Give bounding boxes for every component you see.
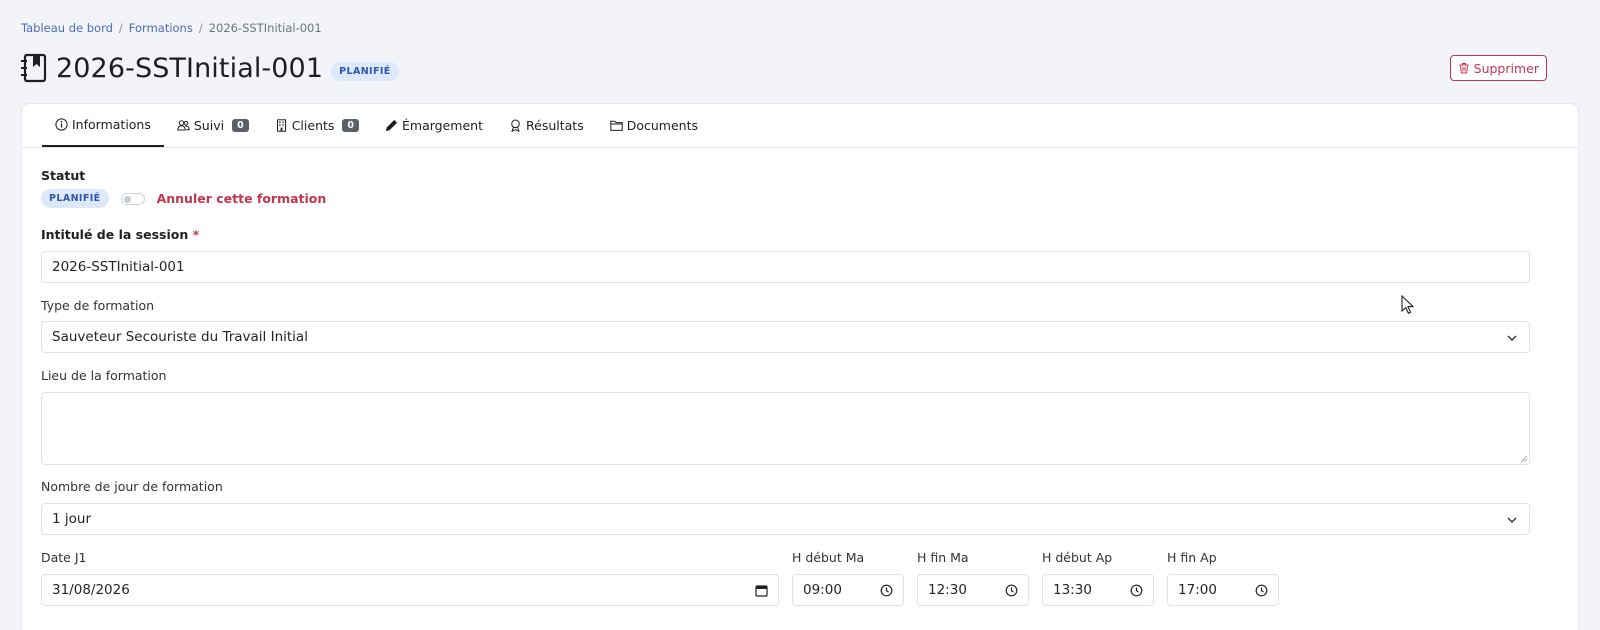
tab-count-badge: 0 — [232, 118, 249, 132]
h-fin-ap-value: 17:00 — [1178, 582, 1217, 598]
h-fin-ma-value: 12:30 — [928, 582, 967, 598]
users-icon — [177, 119, 190, 130]
breadcrumb-current: 2026-SSTInitial-001 — [208, 21, 322, 35]
tab-bar: Informations Suivi 0 Clients 0 Émargemen… — [22, 104, 1578, 148]
tab-label: Émargement — [402, 117, 484, 133]
tab-label: Documents — [626, 117, 698, 133]
type-formation-value: Sauveteur Secouriste du Travail Initial — [52, 329, 308, 345]
clock-icon[interactable] — [1130, 584, 1143, 597]
h-fin-ap-input[interactable]: 17:00 — [1167, 574, 1279, 606]
info-icon — [55, 117, 68, 131]
award-icon — [511, 119, 520, 132]
h-fin-ma-label: H fin Ma — [917, 550, 969, 565]
tab-label: Clients — [291, 117, 335, 133]
statut-badge: PLANIFIÉ — [41, 189, 109, 208]
breadcrumb-link-dashboard[interactable]: Tableau de bord — [21, 21, 113, 35]
tab-informations[interactable]: Informations — [42, 103, 164, 147]
pen-icon — [385, 119, 398, 131]
page-title: 2026-SSTInitial-001 — [56, 52, 324, 84]
tab-resultats[interactable]: Résultats — [496, 103, 597, 147]
status-row: PLANIFIÉ Annuler cette formation — [41, 189, 326, 208]
trash-icon — [1459, 63, 1469, 74]
clock-icon[interactable] — [1005, 584, 1018, 597]
h-debut-ap-label: H début Ap — [1042, 550, 1113, 565]
breadcrumb-separator: / — [198, 21, 203, 35]
breadcrumb-link-formations[interactable]: Formations — [129, 21, 193, 35]
intitule-label-text: Intitulé de la session — [41, 227, 189, 242]
h-fin-ma-input[interactable]: 12:30 — [917, 574, 1029, 606]
formation-card: Informations Suivi 0 Clients 0 Émargemen… — [21, 103, 1579, 630]
tab-label: Informations — [72, 116, 151, 132]
type-formation-select[interactable]: Sauveteur Secouriste du Travail Initial — [41, 321, 1530, 353]
intitule-input[interactable]: 2026-SSTInitial-001 — [41, 251, 1530, 283]
intitule-label: Intitulé de la session * — [41, 227, 199, 242]
statut-label: Statut — [41, 168, 86, 183]
breadcrumb: Tableau de bord / Formations / 2026-SSTI… — [21, 21, 322, 35]
type-formation-label: Type de formation — [41, 298, 155, 313]
clock-icon[interactable] — [1255, 584, 1268, 597]
h-debut-ma-value: 09:00 — [803, 582, 842, 598]
intitule-value: 2026-SSTInitial-001 — [52, 259, 185, 275]
cancel-formation-label[interactable]: Annuler cette formation — [157, 191, 327, 206]
tab-documents[interactable]: Documents — [597, 103, 711, 147]
date-j1-value: 31/08/2026 — [52, 582, 130, 598]
calendar-icon[interactable] — [755, 584, 768, 597]
nb-jours-select[interactable]: 1 jour — [41, 503, 1530, 535]
status-badge: PLANIFIÉ — [331, 61, 399, 81]
h-debut-ap-value: 13:30 — [1053, 582, 1092, 598]
clock-icon[interactable] — [880, 584, 893, 597]
delete-button[interactable]: Supprimer — [1449, 55, 1547, 81]
resize-grip-icon[interactable] — [1520, 455, 1528, 463]
date-j1-input[interactable]: 31/08/2026 — [41, 574, 779, 606]
required-mark: * — [192, 227, 200, 242]
breadcrumb-separator: / — [118, 21, 123, 35]
chevron-down-icon — [1507, 335, 1517, 341]
h-debut-ma-input[interactable]: 09:00 — [792, 574, 904, 606]
tab-clients[interactable]: Clients 0 — [262, 103, 372, 147]
delete-button-label: Supprimer — [1473, 60, 1539, 76]
date-j1-label: Date J1 — [41, 550, 87, 565]
nb-jours-value: 1 jour — [52, 511, 91, 527]
h-fin-ap-label: H fin Ap — [1167, 550, 1217, 565]
lieu-formation-label: Lieu de la formation — [41, 368, 167, 383]
tab-label: Résultats — [526, 117, 584, 133]
tab-emargement[interactable]: Émargement — [372, 103, 496, 147]
nb-jours-label: Nombre de jour de formation — [41, 479, 223, 494]
mouse-cursor-icon — [1401, 295, 1415, 315]
h-debut-ma-label: H début Ma — [792, 550, 865, 565]
chevron-down-icon — [1507, 517, 1517, 523]
building-icon — [276, 118, 286, 132]
tab-suivi[interactable]: Suivi 0 — [164, 103, 262, 147]
cancel-formation-toggle[interactable] — [120, 192, 145, 205]
h-debut-ap-input[interactable]: 13:30 — [1042, 574, 1154, 606]
tab-count-badge: 0 — [342, 118, 360, 132]
folder-icon — [610, 120, 623, 131]
notebook-icon — [21, 53, 47, 83]
lieu-formation-textarea[interactable] — [41, 392, 1530, 465]
page-header: 2026-SSTInitial-001 PLANIFIÉ Supprimer — [20, 50, 1547, 86]
tab-label: Suivi — [193, 117, 225, 133]
